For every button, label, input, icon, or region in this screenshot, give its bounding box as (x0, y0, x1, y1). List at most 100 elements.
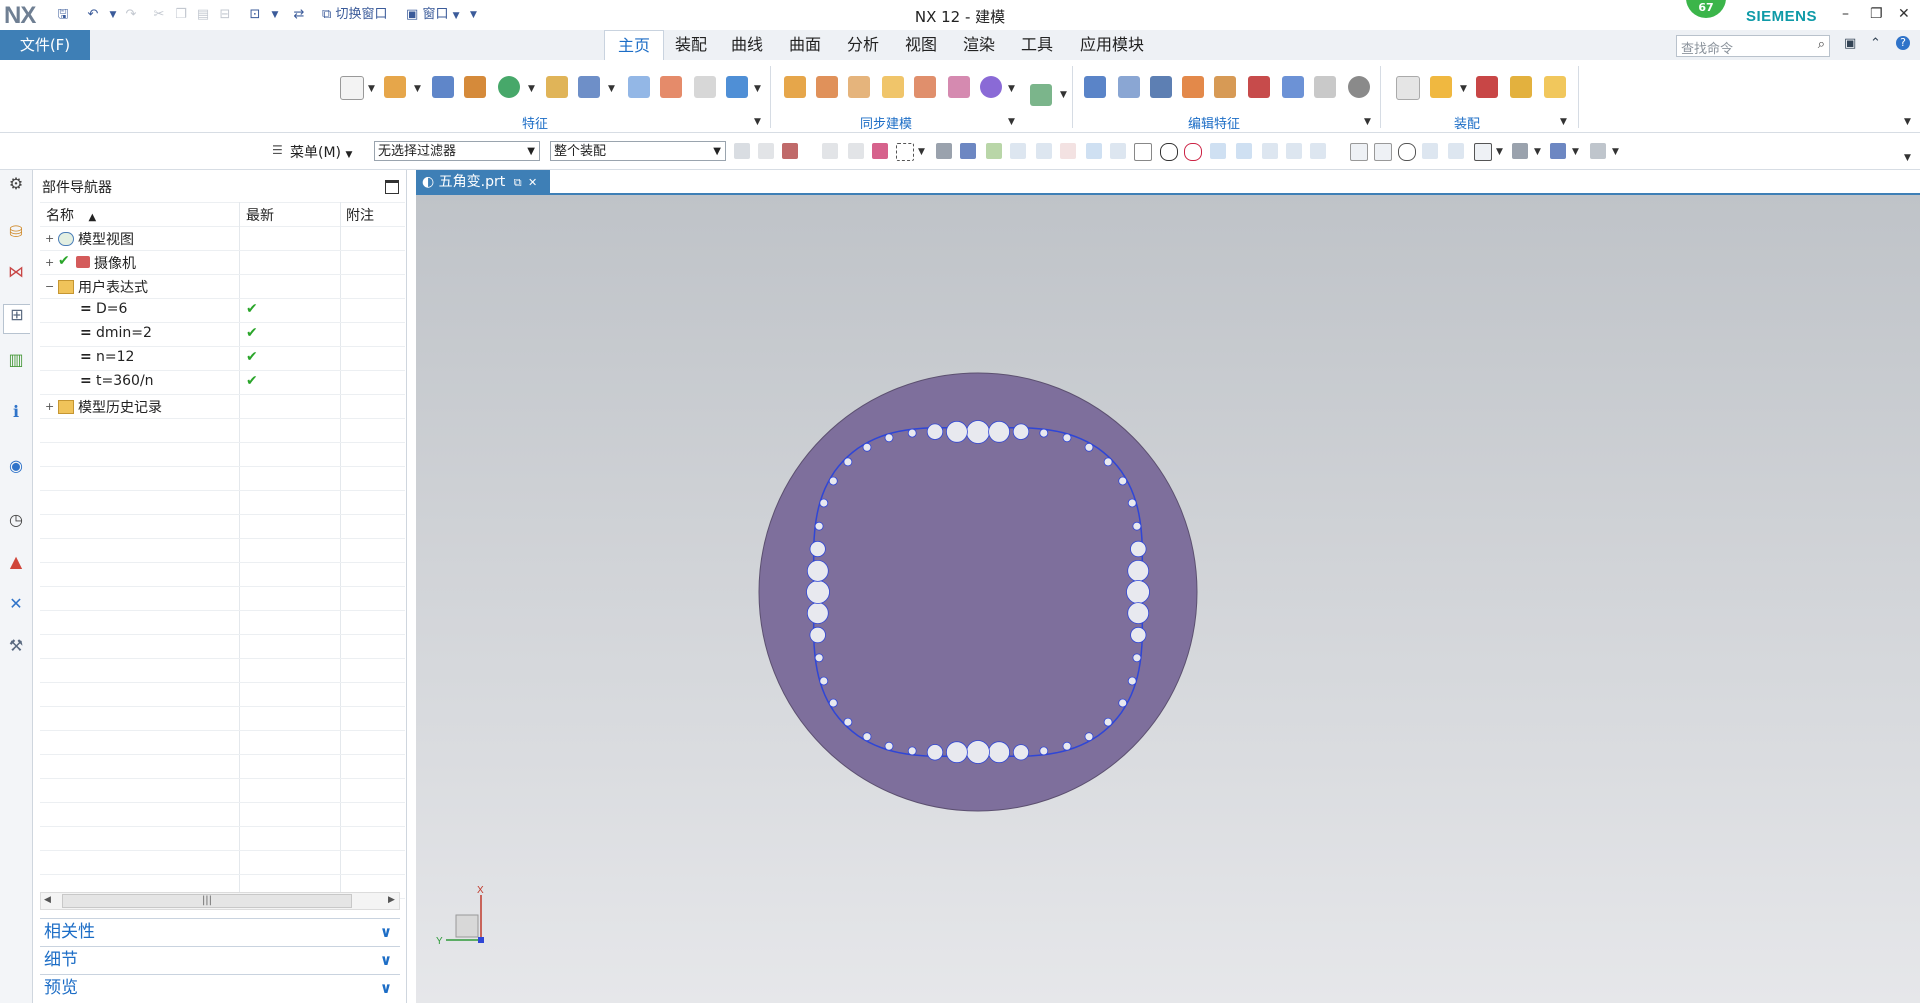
selection-scope-select[interactable]: 整个装配 ▼ (550, 141, 726, 161)
tab-curve[interactable]: 曲线 (724, 30, 770, 60)
hole[interactable] (806, 559, 829, 582)
select-all-icon[interactable] (782, 143, 798, 159)
snap-point-icon[interactable] (986, 143, 1002, 159)
hole[interactable] (926, 423, 944, 440)
deselect-icon[interactable] (822, 143, 838, 159)
tree-item-expression[interactable]: dmin=2 (96, 325, 152, 341)
snap-endpoint-icon[interactable] (1134, 143, 1152, 161)
collapse-icon[interactable]: − (45, 280, 54, 293)
pattern-feature-icon[interactable] (464, 76, 486, 98)
minimize-icon[interactable]: – (1842, 6, 1849, 22)
settings-gear-icon[interactable]: ⚙ (6, 174, 26, 194)
hole[interactable] (946, 420, 968, 443)
hole[interactable] (988, 420, 1010, 443)
move-component-icon[interactable] (1510, 76, 1532, 98)
hole[interactable] (1062, 433, 1072, 443)
snap-line-icon[interactable] (1010, 143, 1026, 159)
hole[interactable] (1127, 559, 1150, 582)
datum-plane-icon[interactable] (498, 76, 520, 98)
hole[interactable] (1103, 717, 1113, 727)
hole[interactable] (1127, 602, 1150, 625)
sketch-dropdown-icon[interactable]: ▼ (368, 84, 375, 94)
offset-region-icon[interactable] (848, 76, 870, 98)
edit-more-icon[interactable] (1348, 76, 1370, 98)
expand-icon[interactable]: + (45, 400, 54, 413)
assembly-navigator-tab-icon[interactable]: ⛁ (6, 222, 26, 242)
hole[interactable] (907, 428, 917, 438)
tab-render[interactable]: 渲染 (956, 30, 1002, 60)
hole[interactable] (862, 732, 872, 742)
move-face-icon[interactable] (784, 76, 806, 98)
more-features-dropdown-icon[interactable]: ▼ (754, 84, 761, 94)
tree-item-model-views[interactable]: 模型视图 (78, 229, 134, 249)
snap-grid-icon[interactable] (1310, 143, 1326, 159)
edit-feature-parameters-icon[interactable] (1084, 76, 1106, 98)
selection-filter-select[interactable]: 无选择过滤器 ▼ (374, 141, 540, 161)
snap-bounded-icon[interactable] (1286, 143, 1302, 159)
reorder-feature-icon[interactable] (1182, 76, 1204, 98)
hole[interactable] (1132, 653, 1142, 663)
edge-blend-icon[interactable] (628, 76, 650, 98)
snap-intersect-icon[interactable] (1086, 143, 1102, 159)
select-components-icon[interactable] (872, 143, 888, 159)
hole[interactable] (988, 741, 1010, 764)
edit-sketch-icon[interactable] (1282, 76, 1304, 98)
snap-on-face-icon[interactable] (1262, 143, 1278, 159)
hole[interactable] (1062, 741, 1072, 751)
undock-icon[interactable]: ⧉ (514, 176, 522, 189)
sync-options-icon[interactable] (1030, 84, 1052, 106)
hole[interactable] (884, 433, 894, 443)
column-header-notes[interactable]: 附注 (346, 205, 374, 225)
hole[interactable] (926, 744, 944, 761)
scrollbar-thumb[interactable]: ||| (62, 894, 352, 908)
hole[interactable] (1118, 476, 1128, 486)
draft-icon[interactable] (694, 76, 716, 98)
rendering-style-dropdown-icon[interactable]: ▼ (1534, 147, 1541, 157)
expand-icon[interactable]: + (45, 256, 54, 269)
selection-intent-icon[interactable] (758, 143, 774, 159)
column-header-latest[interactable]: 最新 (246, 205, 274, 225)
hole[interactable] (814, 653, 824, 663)
hole[interactable] (907, 746, 917, 756)
feature-group-dropdown-icon[interactable]: ▼ (754, 117, 761, 127)
hole[interactable] (862, 442, 872, 452)
dependencies-panel[interactable]: 相关性 ∨ (40, 918, 400, 944)
hole[interactable] (1039, 746, 1049, 756)
hole[interactable] (843, 717, 853, 727)
feature-dimension-icon[interactable] (1214, 76, 1236, 98)
web-browser-tab-icon[interactable]: ◉ (6, 456, 26, 476)
snap-center-icon[interactable] (1160, 143, 1178, 161)
tree-item-model-history[interactable]: 模型历史记录 (78, 397, 162, 417)
assembly-navigator-icon[interactable] (1396, 76, 1420, 100)
shell-dropdown-icon[interactable]: ▼ (608, 84, 615, 94)
select-solids-icon[interactable] (936, 143, 952, 159)
hole[interactable] (884, 741, 894, 751)
sync-group-dropdown-icon[interactable]: ▼ (1008, 117, 1015, 127)
maximize-panel-icon[interactable] (385, 180, 399, 194)
extrude-icon[interactable] (384, 76, 406, 98)
tab-view[interactable]: 视图 (898, 30, 944, 60)
expand-icon[interactable]: + (45, 232, 54, 245)
show-hide-icon[interactable] (1550, 143, 1566, 159)
hole[interactable] (1127, 498, 1137, 508)
hole[interactable] (806, 580, 830, 604)
new-component-icon[interactable] (1544, 76, 1566, 98)
hole[interactable] (828, 698, 838, 708)
edit-position-icon[interactable] (1118, 76, 1140, 98)
close-icon[interactable]: ✕ (1898, 6, 1910, 22)
fit-view-icon[interactable] (1350, 143, 1368, 161)
select-mode-dropdown-icon[interactable]: ▼ (918, 147, 925, 157)
orient-view-dropdown-icon[interactable]: ▼ (1496, 147, 1503, 157)
preview-panel[interactable]: 预览 ∨ (40, 974, 400, 1000)
select-features-icon[interactable] (848, 143, 864, 159)
snap-quadrant-icon[interactable] (1184, 143, 1202, 161)
resize-blend-icon[interactable] (914, 76, 936, 98)
hole[interactable] (806, 602, 829, 625)
hole[interactable] (819, 676, 829, 686)
tab-applications[interactable]: 应用模块 (1074, 30, 1150, 60)
model-view[interactable]: X Y (416, 195, 1920, 1003)
menu-button[interactable]: 菜单(M) ▼ (290, 142, 352, 162)
hole[interactable] (809, 626, 826, 644)
hole[interactable] (1127, 676, 1137, 686)
delete-face-icon[interactable] (948, 76, 970, 98)
